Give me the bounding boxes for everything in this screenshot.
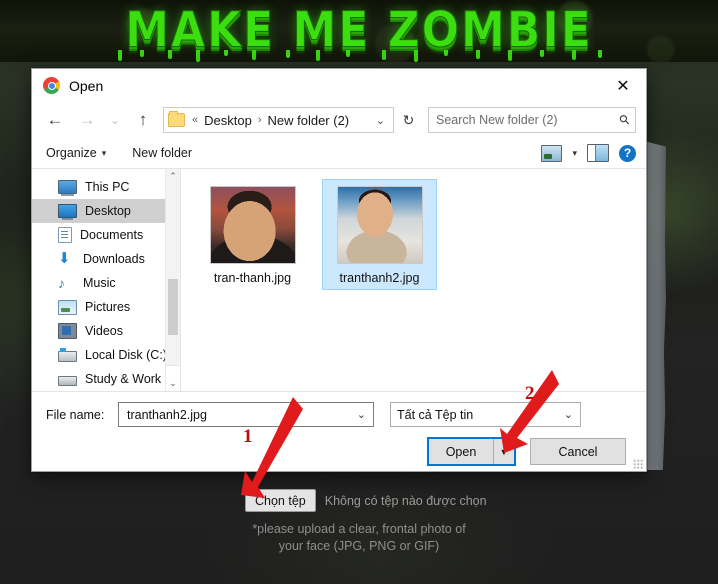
filetype-value: Tất cả Tệp tin — [397, 407, 474, 422]
open-button-label[interactable]: Open — [429, 439, 494, 464]
up-button[interactable]: ↑ — [128, 106, 158, 134]
filename-field[interactable]: ⌄ — [118, 402, 374, 427]
chevron-down-icon[interactable]: ▾ — [572, 148, 577, 159]
new-folder-label: New folder — [132, 146, 193, 160]
sidebar-item-desktop[interactable]: Desktop — [32, 199, 180, 223]
sidebar-item-label: Local Disk (C:) — [85, 348, 167, 362]
address-bar[interactable]: « Desktop › New folder (2) ⌄ — [163, 107, 394, 133]
close-icon[interactable]: ✕ — [600, 69, 646, 102]
sidebar-item-local-disk[interactable]: Local Disk (C:) — [32, 343, 180, 367]
filename-row: File name: ⌄ Tất cả Tệp tin ⌄ — [32, 402, 646, 427]
disk-icon — [58, 348, 77, 362]
filetype-select[interactable]: Tất cả Tệp tin ⌄ — [390, 402, 581, 427]
scroll-up-icon[interactable]: ⌃ — [166, 169, 180, 184]
sidebar-item-label: This PC — [85, 180, 130, 194]
breadcrumb: « Desktop › New folder (2) — [192, 113, 349, 128]
sidebar-item-documents[interactable]: Documents — [32, 223, 180, 247]
file-picker-row: Chọn tệp Không có tệp nào được chọn — [245, 489, 487, 512]
sidebar-item-label: Desktop — [85, 204, 131, 218]
file-name-label: tran-thanh.jpg — [213, 271, 292, 285]
file-thumbnail — [336, 186, 423, 264]
sidebar-item-videos[interactable]: Videos — [32, 319, 180, 343]
refresh-icon[interactable]: ↻ — [396, 108, 421, 132]
command-bar: Organize ▾ New folder ▾ ? — [32, 138, 646, 169]
sidebar-item-study-work[interactable]: Study & Work (E — [32, 367, 180, 391]
chevron-down-icon: ▾ — [101, 147, 107, 158]
sidebar-item-label: Videos — [85, 324, 123, 338]
disk-icon — [58, 376, 77, 386]
filename-label: File name: — [46, 407, 105, 422]
navigation-sidebar: This PC Desktop Documents ⬇ Downloads ♪ … — [32, 169, 181, 391]
open-file-dialog: Open ✕ ← → ⌄ ↑ « Desktop › New folder (2… — [31, 68, 647, 472]
file-item-tran-thanh[interactable]: tran-thanh.jpg — [195, 179, 310, 290]
site-banner: MAKE ME ZOMBIE — [0, 0, 718, 62]
upload-note-line-1: *please upload a clear, frontal photo of — [252, 522, 466, 536]
scrollbar-thumb[interactable] — [168, 279, 178, 335]
sidebar-item-label: Pictures — [85, 300, 131, 314]
breadcrumb-prefix: « — [192, 114, 199, 126]
dialog-titlebar: Open ✕ — [32, 69, 646, 102]
desktop-icon — [58, 204, 77, 220]
choose-file-button[interactable]: Chọn tệp — [245, 489, 316, 512]
sidebar-item-downloads[interactable]: ⬇ Downloads — [32, 247, 180, 271]
sidebar-item-music[interactable]: ♪ Music — [32, 271, 180, 295]
pictures-icon — [58, 299, 77, 315]
preview-pane-icon[interactable] — [587, 144, 609, 162]
folder-icon — [168, 111, 185, 127]
command-bar-right: ▾ ? — [541, 144, 636, 162]
view-icon[interactable] — [541, 144, 563, 162]
open-dropdown-arrow-icon[interactable]: ▼ — [494, 439, 514, 464]
forward-button[interactable]: → — [72, 106, 102, 134]
resize-grip[interactable] — [633, 459, 643, 469]
breadcrumb-separator: › — [257, 114, 262, 126]
downloads-icon: ⬇ — [58, 250, 71, 267]
sidebar-item-label: Downloads — [83, 252, 145, 266]
scroll-down-icon[interactable]: ⌄ — [166, 365, 180, 391]
sidebar-item-pictures[interactable]: Pictures — [32, 295, 180, 319]
breadcrumb-item-new-folder[interactable]: New folder (2) — [268, 113, 350, 128]
banner-drip-decoration — [0, 50, 718, 62]
open-button[interactable]: Open ▼ — [427, 437, 516, 466]
music-icon: ♪ — [58, 275, 65, 291]
new-folder-button[interactable]: New folder — [132, 146, 192, 160]
chevron-down-icon: ⌄ — [563, 409, 573, 421]
sidebar-item-label: Music — [83, 276, 116, 290]
chevron-down-icon[interactable]: ⌄ — [372, 114, 389, 127]
organize-button[interactable]: Organize ▾ — [46, 146, 106, 160]
chevron-down-icon[interactable]: ⌄ — [353, 408, 370, 421]
filename-input[interactable] — [125, 406, 353, 423]
dialog-footer: File name: ⌄ Tất cả Tệp tin ⌄ Open ▼ Can… — [32, 391, 646, 466]
file-item-tranthanh2[interactable]: tranthanh2.jpg — [322, 179, 437, 290]
file-thumbnail — [209, 186, 296, 264]
documents-icon — [58, 227, 72, 243]
organize-label: Organize — [46, 146, 97, 160]
search-box[interactable]: ⚲ — [428, 107, 636, 133]
chrome-icon — [43, 77, 60, 94]
annotation-marker-1: 1 — [243, 426, 253, 447]
annotation-marker-2: 2 — [525, 383, 535, 404]
no-file-selected-text: Không có tệp nào được chọn — [324, 493, 487, 508]
dialog-buttons: Open ▼ Cancel — [32, 427, 646, 466]
sidebar-item-label: Documents — [80, 228, 144, 242]
back-button[interactable]: ← — [40, 106, 70, 134]
search-input[interactable] — [434, 112, 621, 128]
file-name-label: tranthanh2.jpg — [339, 271, 420, 285]
sidebar-item-label: Study & Work (E — [85, 372, 178, 386]
videos-icon — [58, 323, 77, 339]
cancel-button[interactable]: Cancel — [530, 438, 626, 465]
recent-locations-button[interactable]: ⌄ — [104, 106, 126, 134]
pc-icon — [58, 180, 77, 196]
upload-note-line-2: your face (JPG, PNG or GIF) — [278, 539, 440, 553]
file-tiles: tran-thanh.jpg tranthanh2.jpg — [195, 179, 646, 290]
file-list[interactable]: tran-thanh.jpg tranthanh2.jpg — [181, 169, 646, 391]
sidebar-item-this-pc[interactable]: This PC — [32, 175, 180, 199]
dialog-title: Open — [69, 77, 104, 94]
navigation-bar: ← → ⌄ ↑ « Desktop › New folder (2) ⌄ ↻ ⚲ — [32, 102, 646, 138]
upload-instructions: *please upload a clear, frontal photo of… — [0, 521, 718, 555]
breadcrumb-item-desktop[interactable]: Desktop — [204, 113, 252, 128]
dialog-body: This PC Desktop Documents ⬇ Downloads ♪ … — [32, 169, 646, 391]
sidebar-scrollbar[interactable]: ⌃ ⌄ — [165, 169, 180, 391]
help-icon[interactable]: ? — [619, 144, 636, 162]
